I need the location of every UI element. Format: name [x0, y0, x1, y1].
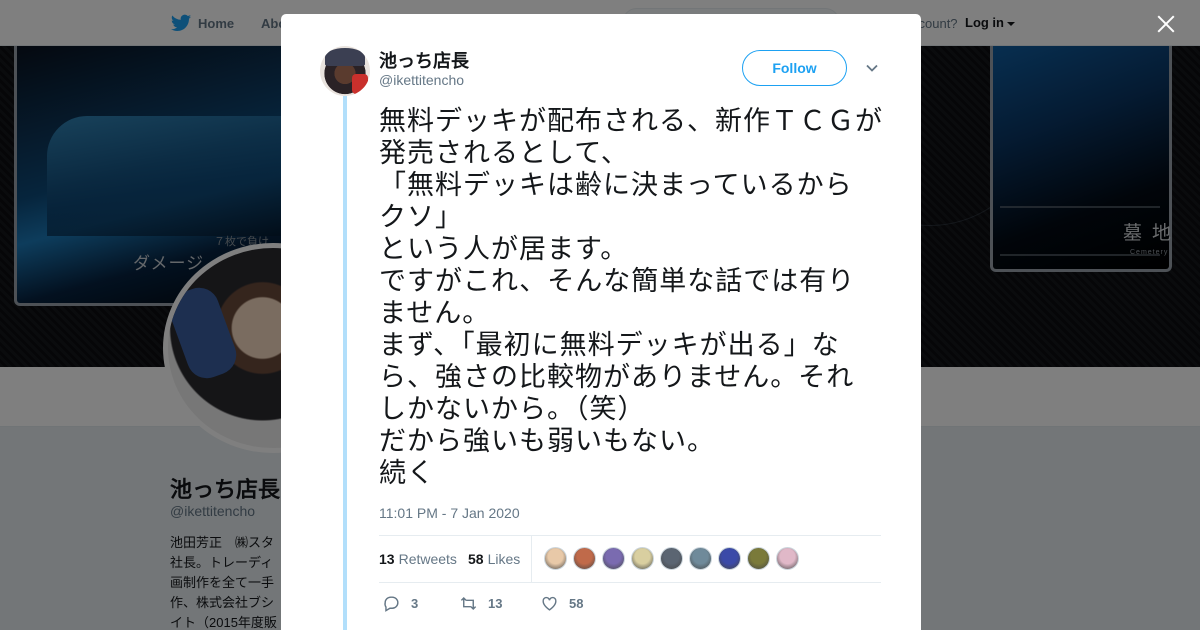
heart-icon: [542, 596, 557, 611]
likes-label: Likes: [487, 551, 521, 567]
thread-line: [343, 96, 347, 630]
tweet-line: 無料デッキが配布される、新作ＴＣＧが: [379, 106, 883, 137]
reply-icon: [384, 596, 399, 612]
tweet-line: という人が居ます。: [379, 234, 629, 265]
like-button[interactable]: 58: [540, 594, 583, 613]
likes-count: 58: [468, 551, 484, 567]
tweet-author-handle[interactable]: @ikettitencho: [379, 72, 464, 88]
retweets-label: Retweets: [398, 551, 457, 567]
tweet-line: ら、強さの比較物がありません。それ: [379, 362, 855, 393]
liker-avatar[interactable]: [544, 547, 567, 570]
tweet-stats: 13 Retweets 58 Likes: [379, 535, 881, 583]
reply-button[interactable]: 3: [382, 594, 418, 613]
tweet-modal: 池っち店長 @ikettitencho Follow 無料デッキが配布される、新…: [281, 14, 921, 630]
retweet-icon: [460, 596, 477, 611]
liker-avatar[interactable]: [573, 547, 596, 570]
follow-button[interactable]: Follow: [742, 50, 847, 86]
liker-avatar[interactable]: [776, 547, 799, 570]
tweet-timestamp[interactable]: 11:01 PM - 7 Jan 2020: [379, 505, 520, 521]
tweet-line: だから強いも弱いもない。: [379, 426, 715, 457]
retweet-button[interactable]: 13: [459, 594, 502, 613]
liker-avatars: [544, 547, 799, 570]
avatar-collar: [352, 74, 368, 94]
liker-avatar[interactable]: [660, 547, 683, 570]
tweet-text: 無料デッキが配布される、新作ＴＣＧが 発売されるとして、 「無料デッキは齢に決ま…: [379, 106, 889, 490]
retweets-count: 13: [379, 551, 395, 567]
likes-stat[interactable]: 58 Likes: [468, 551, 520, 567]
reply-count: 3: [411, 596, 419, 611]
retweets-stat[interactable]: 13 Retweets: [379, 551, 457, 567]
tweet-avatar[interactable]: [320, 46, 370, 96]
tweet-author-name[interactable]: 池っち店長: [379, 47, 469, 73]
tweet-line: 続く: [379, 458, 435, 489]
tweet-line: まず、「最初に無料デッキが出る」な: [379, 330, 840, 361]
stats-divider: [531, 536, 532, 582]
liker-avatar[interactable]: [747, 547, 770, 570]
chevron-down-icon[interactable]: [865, 61, 879, 75]
like-count: 58: [569, 596, 584, 611]
liker-avatar[interactable]: [689, 547, 712, 570]
tweet-line: クソ」: [379, 202, 463, 233]
close-icon[interactable]: [1154, 12, 1178, 36]
liker-avatar[interactable]: [602, 547, 625, 570]
tweet-line: しかないから。（笑）: [379, 394, 646, 425]
tweet-actions: 3 13 58: [379, 594, 779, 614]
tweet-line: ですがこれ、そんな簡単な話では有り: [379, 266, 856, 297]
liker-avatar[interactable]: [718, 547, 741, 570]
liker-avatar[interactable]: [631, 547, 654, 570]
tweet-line: 「無料デッキは齢に決まっているから: [379, 170, 853, 201]
tweet-line: 発売されるとして、: [379, 138, 629, 169]
retweet-count: 13: [488, 596, 503, 611]
tweet-line: ません。: [379, 298, 491, 329]
avatar-hat: [325, 48, 365, 66]
